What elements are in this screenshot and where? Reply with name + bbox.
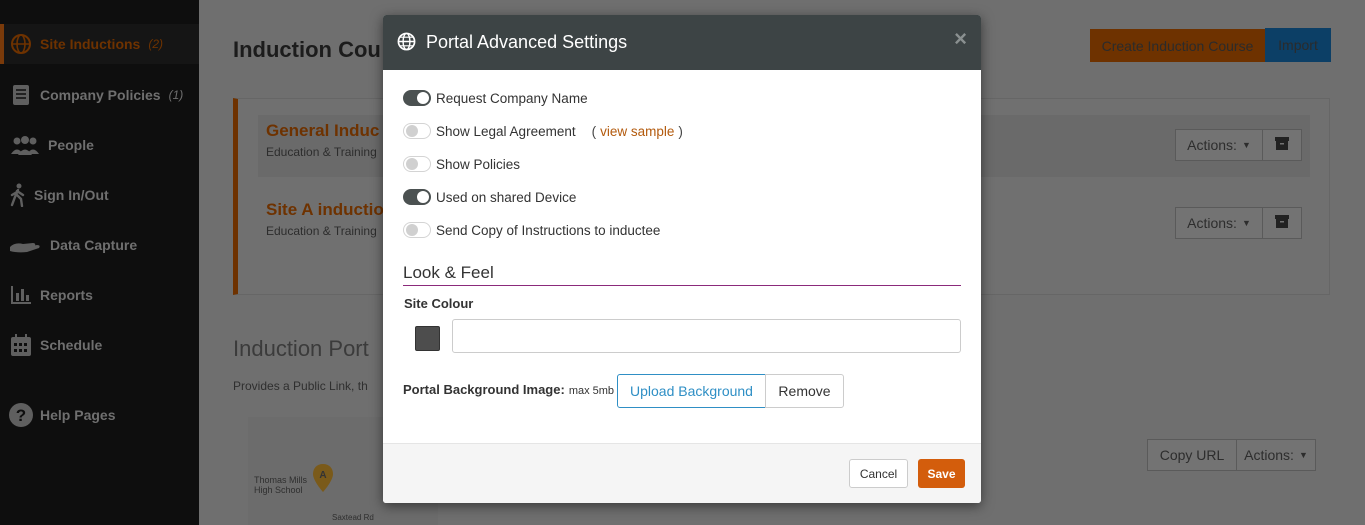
remove-button[interactable]: Remove (765, 374, 844, 408)
sidebar-item-label: People (48, 137, 94, 153)
sidebar-item-people[interactable]: People (0, 125, 199, 165)
sidebar-item-label: Site Inductions (40, 36, 141, 52)
actions-label: Actions: (1187, 215, 1237, 231)
archive-icon (1275, 215, 1289, 231)
course-actions-dropdown[interactable]: Actions: ▼ (1175, 207, 1263, 239)
course-subtitle: Education & Training (266, 145, 377, 159)
caret-down-icon: ▼ (1241, 140, 1251, 150)
max-size-note: max 5mb (568, 385, 615, 397)
svg-text:A: A (319, 470, 326, 481)
view-sample-link[interactable]: view sample (600, 124, 674, 139)
sidebar-item-label: Schedule (40, 337, 103, 353)
hand-icon (8, 233, 44, 257)
toggle-send-copy-of-instructions: Send Copy of Instructions to inductee (403, 220, 660, 240)
portal-section-title: Induction Port (233, 336, 369, 361)
close-icon[interactable]: × (954, 27, 967, 51)
course-title[interactable]: Site A inductio (266, 200, 384, 220)
colour-swatch[interactable] (415, 326, 440, 351)
archive-button[interactable] (1262, 207, 1302, 239)
sidebar: Site Inductions (2) Company Policies (1)… (0, 0, 199, 525)
toggle-label: Show Policies (436, 156, 521, 172)
toggle-label: Used on shared Device (436, 189, 577, 205)
book-icon (8, 83, 34, 107)
toggle-switch[interactable] (403, 123, 431, 139)
paren-close: ) (678, 123, 683, 139)
people-icon (8, 133, 42, 157)
sidebar-item-label: Company Policies (40, 87, 161, 103)
cancel-button[interactable]: Cancel (849, 459, 908, 488)
archive-icon (1275, 137, 1289, 153)
calendar-icon (8, 333, 34, 357)
course-title[interactable]: General Induc (266, 121, 379, 141)
background-image-label: Portal Background Image: max 5mb (403, 382, 615, 397)
sidebar-item-count: (1) (168, 88, 184, 102)
globe-icon (397, 32, 416, 54)
map-pin-icon: A (312, 463, 334, 496)
archive-button[interactable] (1262, 129, 1302, 161)
sidebar-item-count: (2) (148, 37, 164, 51)
globe-icon (8, 32, 34, 56)
toggle-show-policies: Show Policies (403, 154, 520, 174)
toggle-switch[interactable] (403, 222, 431, 238)
create-induction-course-button[interactable]: Create Induction Course (1090, 29, 1265, 62)
bar-chart-icon (8, 283, 34, 307)
question-circle-icon: ? (8, 403, 34, 427)
svg-text:?: ? (16, 406, 26, 425)
paren-open: ( (591, 123, 597, 139)
sidebar-item-label: Sign In/Out (34, 187, 109, 203)
course-actions-dropdown[interactable]: Actions: ▼ (1175, 129, 1263, 161)
modal-header: Portal Advanced Settings × (383, 15, 981, 70)
walking-icon (8, 183, 28, 207)
sidebar-item-label: Reports (40, 287, 93, 303)
sidebar-item-site-inductions[interactable]: Site Inductions (2) (0, 24, 199, 64)
sidebar-item-data-capture[interactable]: Data Capture (0, 225, 199, 265)
site-colour-label: Site Colour (404, 296, 474, 311)
portal-actions-dropdown[interactable]: Actions: ▼ (1236, 439, 1316, 471)
toggle-label: Send Copy of Instructions to inductee (436, 222, 661, 238)
sidebar-item-label: Data Capture (50, 237, 138, 253)
toggle-used-on-shared-device: Used on shared Device (403, 187, 576, 207)
sidebar-item-company-policies[interactable]: Company Policies (1) (0, 75, 199, 115)
site-colour-input[interactable] (452, 319, 961, 353)
toggle-request-company-name: Request Company Name (403, 88, 588, 108)
actions-label: Actions: (1244, 447, 1294, 463)
sidebar-item-help-pages[interactable]: ? Help Pages (0, 395, 199, 435)
toggle-label: Show Legal Agreement (436, 123, 576, 139)
actions-label: Actions: (1187, 137, 1237, 153)
sidebar-item-label: Help Pages (40, 407, 116, 423)
toggle-switch[interactable] (403, 90, 431, 106)
portal-section-subtitle: Provides a Public Link, th (233, 379, 368, 393)
copy-url-button[interactable]: Copy URL (1147, 439, 1237, 471)
modal-title: Portal Advanced Settings (426, 32, 628, 52)
upload-background-button[interactable]: Upload Background (617, 374, 766, 408)
caret-down-icon: ▼ (1241, 218, 1251, 228)
toggle-label: Request Company Name (436, 90, 588, 106)
look-and-feel-heading: Look & Feel (403, 263, 961, 286)
page-title: Induction Cou (233, 37, 381, 62)
map-label: Thomas Mills High School (254, 475, 308, 495)
map-road-label: Saxtead Rd (332, 513, 374, 522)
course-subtitle: Education & Training (266, 224, 377, 238)
caret-down-icon: ▼ (1298, 450, 1308, 460)
sidebar-item-reports[interactable]: Reports (0, 275, 199, 315)
import-button[interactable]: Import (1265, 28, 1331, 62)
save-button[interactable]: Save (918, 459, 965, 488)
modal-footer: Cancel Save (383, 443, 981, 503)
sidebar-item-sign-in-out[interactable]: Sign In/Out (0, 175, 199, 215)
portal-advanced-settings-modal: Portal Advanced Settings × Request Compa… (383, 15, 981, 503)
toggle-switch[interactable] (403, 189, 431, 205)
modal-body: Request Company Name Show Legal Agreemen… (383, 70, 981, 443)
toggle-show-legal-agreement: Show Legal Agreement ( view sample ) (403, 121, 683, 141)
sidebar-item-schedule[interactable]: Schedule (0, 325, 199, 365)
toggle-switch[interactable] (403, 156, 431, 172)
